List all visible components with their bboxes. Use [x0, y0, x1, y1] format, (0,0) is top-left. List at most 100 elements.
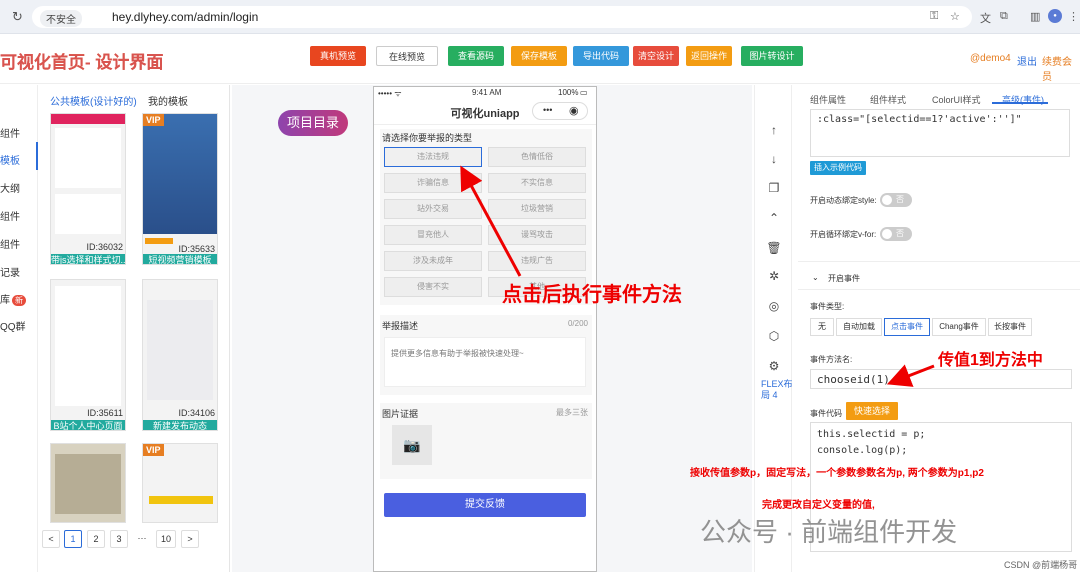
report-option[interactable]: 涉及未成年 — [384, 251, 482, 271]
pagination-page-1[interactable]: 1 — [64, 530, 82, 548]
chevron-down-icon[interactable]: ⌄ — [812, 273, 819, 282]
settings-wheel-icon[interactable]: ✲ — [755, 269, 793, 283]
sidebar-item-other-components[interactable]: 组件 — [0, 236, 20, 251]
sidebar-item-library-label: 库 — [0, 295, 10, 306]
report-option[interactable]: 色情低俗 — [488, 147, 586, 167]
annotation-done: 完成更改自定义变量的值, — [762, 500, 875, 511]
image-to-design-button[interactable]: 图片转设计 — [741, 46, 803, 66]
sidebar-item-library[interactable]: 库新 — [0, 291, 26, 306]
key-icon[interactable]: ⚿ — [930, 10, 938, 23]
description-count: 0/200 — [567, 319, 588, 328]
renew-membership-link[interactable]: 续费会员 — [1042, 53, 1080, 83]
delete-icon[interactable]: 🗑 — [755, 241, 793, 255]
template-card[interactable]: ID:36032 带js选择和样式切... — [50, 113, 126, 265]
move-up-icon[interactable]: ↑ — [755, 123, 793, 137]
sidebar-item-templates[interactable]: 模板 — [0, 152, 20, 167]
report-option[interactable]: 谩骂攻击 — [488, 225, 586, 245]
tab-my-templates[interactable]: 我的模板 — [148, 93, 188, 108]
event-type-none[interactable]: 无 — [810, 318, 834, 336]
reload-icon[interactable]: ↻ — [12, 9, 23, 25]
star-icon[interactable]: ☆ — [950, 10, 960, 23]
quick-select-button[interactable]: 快速选择 — [846, 402, 899, 420]
pagination-page-2[interactable]: 2 — [87, 530, 105, 548]
template-card[interactable]: VIP ID:35633 短视频营销模板 — [142, 113, 218, 265]
move-down-icon[interactable]: ↓ — [755, 152, 793, 166]
template-card[interactable]: VIP — [142, 443, 218, 523]
camera-upload-button[interactable]: 📷 — [392, 425, 432, 465]
sidebar-item-outline[interactable]: 大纲 — [0, 180, 20, 195]
pagination-prev[interactable]: < — [42, 530, 60, 548]
username: @demo4 — [970, 53, 1011, 64]
insert-example-button[interactable]: 插入示例代码 — [810, 161, 866, 175]
browser-toolbar: ↻ 不安全 hey.dlyhey.com/admin/login ⚿ ☆ 文 ⧉… — [0, 0, 1080, 34]
tab-component-style[interactable]: 组件样式 — [870, 93, 906, 106]
copy-icon[interactable]: ❐ — [755, 181, 793, 195]
save-template-button[interactable]: 保存模板 — [511, 46, 567, 66]
extensions-icon[interactable]: ⧉ — [1000, 10, 1008, 23]
tab-component-props[interactable]: 组件属性 — [810, 93, 846, 106]
sidebar-item-records[interactable]: 记录 — [0, 264, 20, 279]
tab-colorui-style[interactable]: ColorUI样式 — [932, 93, 981, 106]
angular-icon[interactable]: ⬡ — [755, 329, 793, 343]
tab-public-templates[interactable]: 公共模板(设计好的) — [50, 93, 137, 108]
sidebar-icon[interactable]: ▥ — [1030, 10, 1040, 23]
menu-icon[interactable]: ⋮ — [1068, 10, 1079, 23]
report-option[interactable]: 侵害不实 — [384, 277, 482, 297]
project-directory-button[interactable]: 项目目录 — [278, 110, 348, 136]
template-card[interactable] — [50, 443, 126, 523]
logout-link[interactable]: 退出 — [1017, 53, 1037, 68]
event-type-longpress[interactable]: 长按事件 — [988, 318, 1032, 336]
clear-design-button[interactable]: 清空设计 — [633, 46, 679, 66]
template-name: 带js选择和样式切... — [51, 254, 125, 265]
event-type-click[interactable]: 点击事件 — [884, 318, 930, 336]
report-option[interactable]: 站外交易 — [384, 199, 482, 219]
collapse-icon[interactable]: ⌃ — [755, 211, 793, 225]
report-option[interactable]: 诈骗信息 — [384, 173, 482, 193]
report-option[interactable]: 不实信息 — [488, 173, 586, 193]
phone-nav-bar: 可视化uniapp ••• ◉ — [374, 99, 596, 125]
image-evidence-label: 图片证据 — [382, 409, 419, 419]
report-option[interactable]: 垃圾营销 — [488, 199, 586, 219]
sidebar-item-w-components[interactable]: 组件 — [0, 208, 20, 223]
method-name-label: 事件方法名: — [810, 355, 853, 364]
sidebar-item-qq-group[interactable]: QQ群 — [0, 318, 26, 333]
tab-advanced-events[interactable]: 高级(事件) — [1002, 93, 1044, 106]
submit-feedback-button[interactable]: 提交反馈 — [384, 493, 586, 517]
pagination-page-3[interactable]: 3 — [110, 530, 128, 548]
event-section-title[interactable]: 开启事件 — [828, 273, 860, 284]
method-name-input[interactable]: chooseid(1) — [810, 369, 1072, 389]
mini-program-capsule[interactable]: ••• ◉ — [532, 102, 588, 120]
profile-avatar[interactable]: ● — [1048, 9, 1062, 23]
export-code-button[interactable]: 导出代码 — [573, 46, 629, 66]
close-target-icon[interactable]: ◉ — [569, 104, 579, 117]
event-type-change[interactable]: Chang事件 — [932, 318, 986, 336]
dynamic-style-toggle[interactable]: 否 — [880, 193, 912, 207]
gear-icon[interactable]: ⚙ — [755, 359, 793, 373]
loop-binding-toggle[interactable]: 否 — [880, 227, 912, 241]
view-source-button[interactable]: 查看源码 — [448, 46, 504, 66]
template-card[interactable]: ID:35611 B站个人中心页面 — [50, 279, 126, 431]
image-evidence-section: 图片证据 最多三张 📷 — [380, 403, 592, 479]
online-preview-button[interactable]: 在线预览 — [376, 46, 438, 66]
report-option[interactable]: 冒充他人 — [384, 225, 482, 245]
security-warning[interactable]: 不安全 — [40, 10, 82, 27]
color-icon[interactable]: ◎ — [755, 299, 793, 313]
camera-icon: 📷 — [403, 437, 421, 453]
description-label: 举报描述 — [382, 321, 419, 331]
description-textarea[interactable]: 提供更多信息有助于举报被快速处理~ — [384, 337, 586, 387]
flex-layout-tool[interactable]: FLEX布局 4 — [761, 379, 795, 401]
event-type-autoload[interactable]: 自动加载 — [836, 318, 882, 336]
template-card[interactable]: ID:34106 新建发布动态 — [142, 279, 218, 431]
report-option[interactable]: 违法违规 — [384, 147, 482, 167]
translate-icon[interactable]: 文 — [980, 10, 991, 26]
pagination-next[interactable]: > — [181, 530, 199, 548]
class-code-editor[interactable]: :class="[selectid==1?'active':'']" — [810, 109, 1070, 157]
address-bar[interactable]: 不安全 hey.dlyhey.com/admin/login — [32, 6, 972, 28]
pagination-page-10[interactable]: 10 — [156, 530, 176, 548]
more-icon[interactable]: ••• — [543, 105, 552, 115]
image-count-hint: 最多三张 — [556, 408, 588, 417]
sidebar-item-components[interactable]: 组件 — [0, 125, 20, 140]
report-option[interactable]: 违规广告 — [488, 251, 586, 271]
real-device-preview-button[interactable]: 真机预览 — [310, 46, 366, 66]
undo-button[interactable]: 返回操作 — [686, 46, 732, 66]
